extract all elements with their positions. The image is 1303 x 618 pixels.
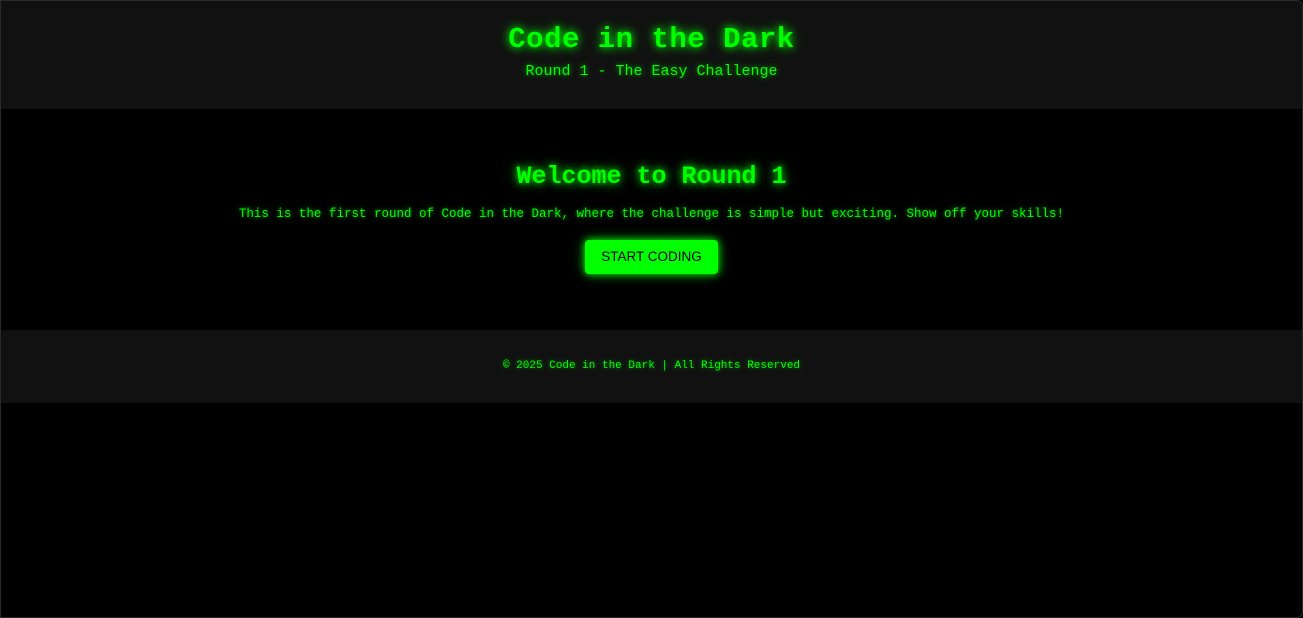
site-header: Code in the Dark Round 1 - The Easy Chal… bbox=[1, 1, 1302, 109]
main-section: Welcome to Round 1 This is the first rou… bbox=[1, 109, 1302, 330]
welcome-heading: Welcome to Round 1 bbox=[516, 162, 787, 191]
page-frame: Code in the Dark Round 1 - The Easy Chal… bbox=[0, 0, 1303, 618]
site-footer: © 2025 Code in the Dark | All Rights Res… bbox=[1, 330, 1302, 403]
site-title: Code in the Dark bbox=[508, 23, 795, 56]
site-subtitle: Round 1 - The Easy Challenge bbox=[525, 63, 778, 80]
start-coding-button[interactable]: START CODING bbox=[585, 240, 718, 274]
welcome-description: This is the first round of Code in the D… bbox=[238, 207, 1065, 221]
footer-copyright: © 2025 Code in the Dark | All Rights Res… bbox=[502, 360, 801, 372]
